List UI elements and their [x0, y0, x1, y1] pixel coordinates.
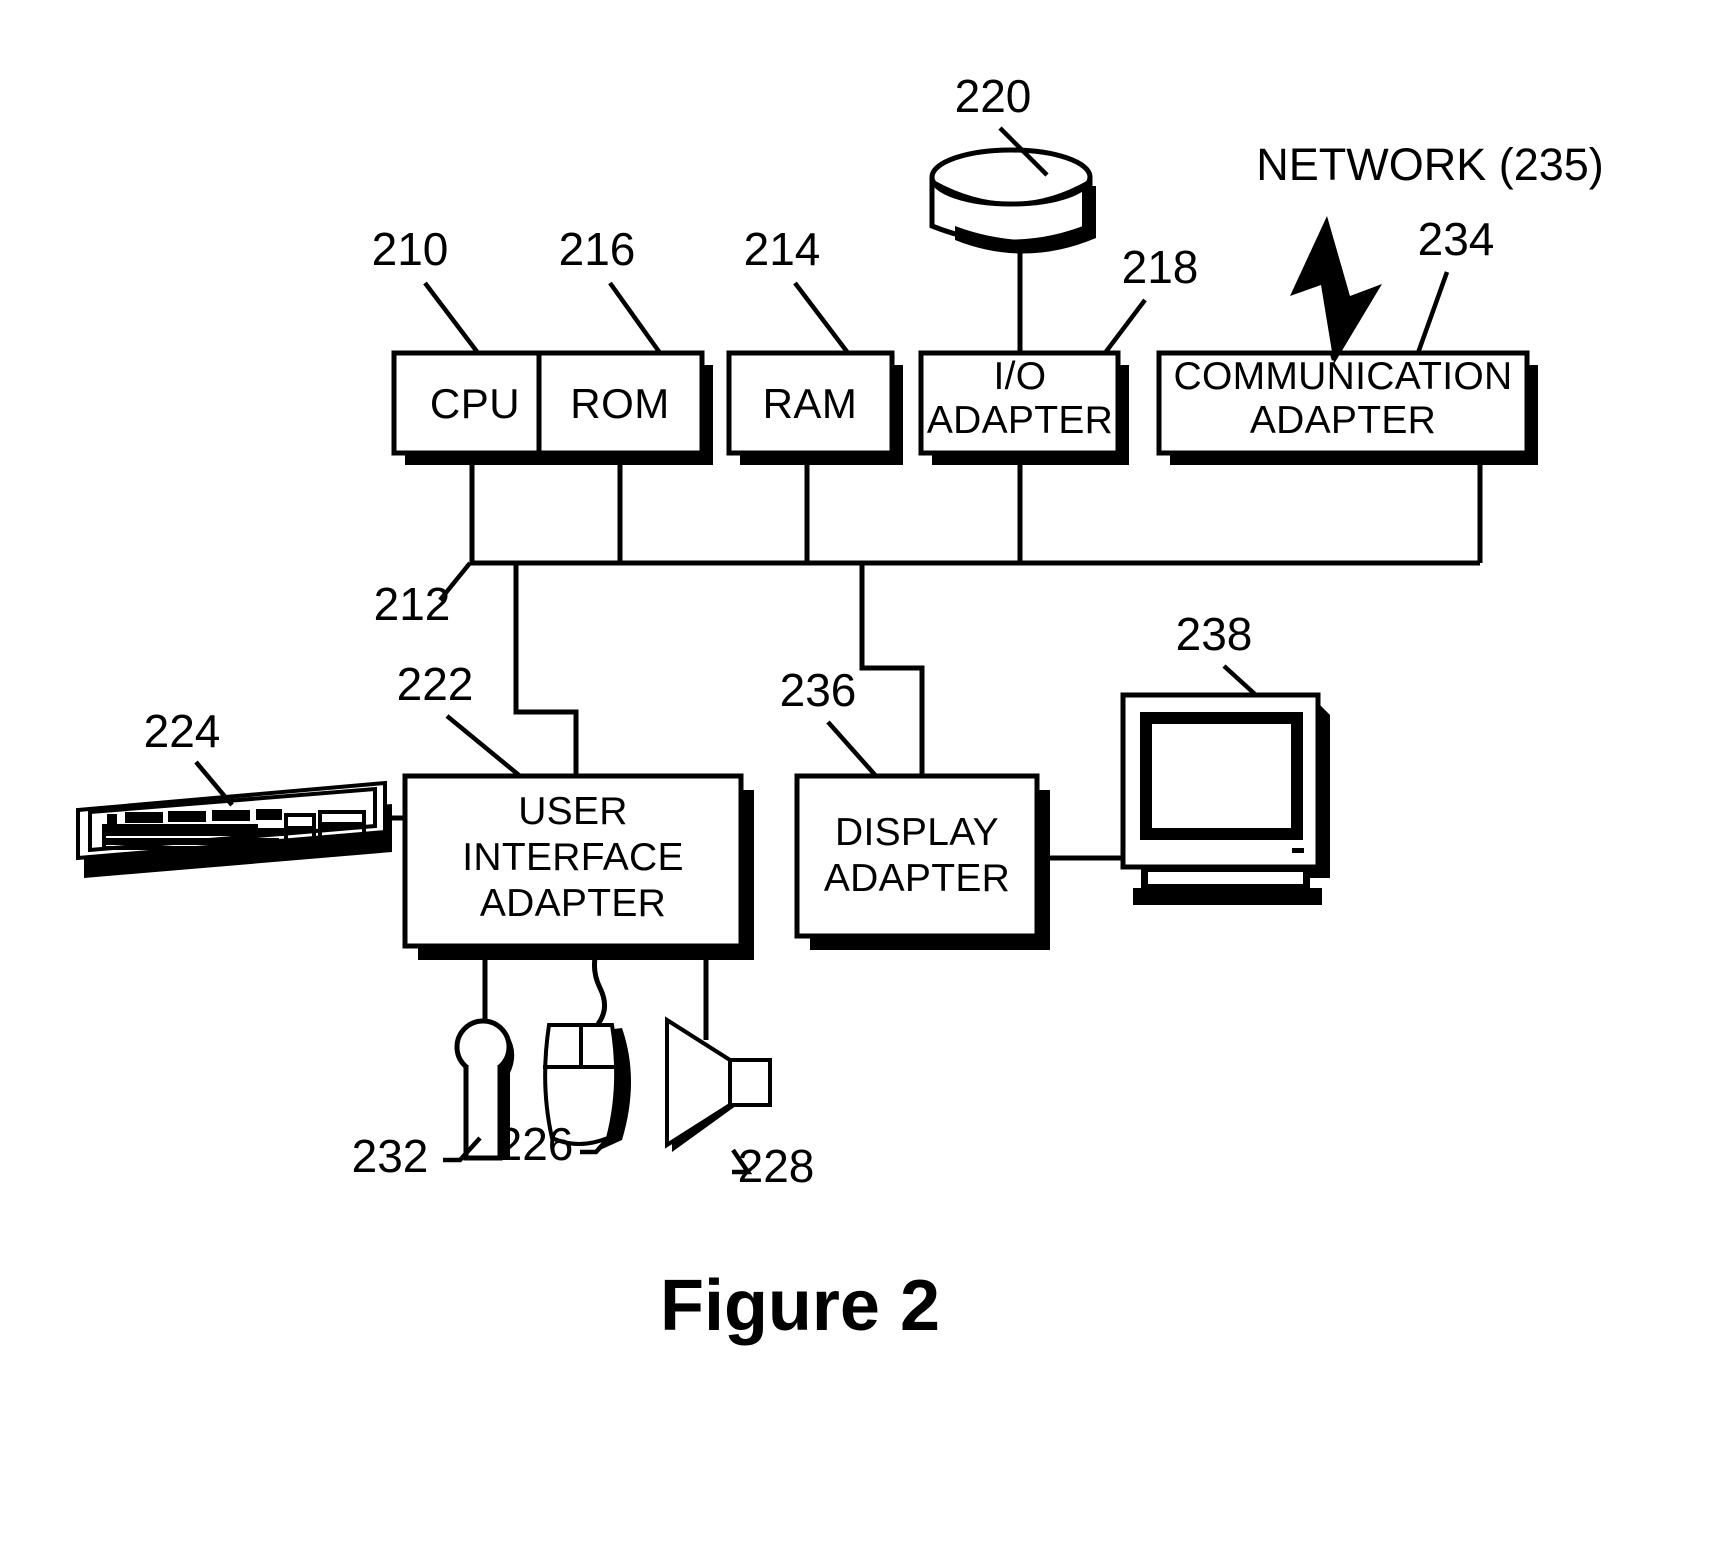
numpad-key-row	[288, 826, 312, 832]
monitor-base	[1133, 888, 1322, 905]
display-monitor[interactable]	[1120, 692, 1330, 905]
ref-218-text: 218	[1122, 241, 1199, 293]
cpu-label: CPU	[430, 380, 520, 427]
speaker[interactable]	[665, 946, 772, 1152]
ref-234: 234	[1415, 213, 1495, 354]
display-label-line1: DISPLAY	[835, 811, 999, 854]
ref-238-text: 238	[1176, 608, 1253, 660]
ref-212: 212	[374, 578, 451, 630]
figure-caption: Figure 2	[660, 1266, 940, 1346]
block-user-interface-adapter[interactable]: USER INTERFACE ADAPTER	[402, 563, 754, 960]
ref-216-leader	[608, 281, 662, 355]
monitor-indicator	[1292, 848, 1304, 853]
lightning-bolt	[1290, 216, 1382, 364]
ui-label-line1: USER	[518, 790, 628, 833]
ref-220-text: 220	[955, 70, 1032, 122]
patent-figure-2: CPU ROM RAM I/O ADAPTER COMMUNICATION AD…	[0, 0, 1731, 1559]
display-box-fill	[797, 776, 1037, 936]
ref-232-text: 232	[352, 1130, 429, 1182]
ref-232: 232	[352, 1130, 482, 1182]
ref-216: 216	[559, 223, 662, 355]
ref-214-leader	[793, 281, 850, 355]
ui-bus-connector	[513, 563, 579, 776]
block-rom[interactable]: ROM	[536, 350, 713, 563]
ref-210: 210	[372, 223, 480, 355]
monitor-neck-inner	[1148, 872, 1303, 884]
block-ram[interactable]: RAM	[726, 350, 903, 563]
rom-label: ROM	[570, 380, 670, 427]
ref-224-text: 224	[144, 705, 221, 757]
block-communication-adapter[interactable]: COMMUNICATION ADAPTER	[1156, 350, 1538, 563]
block-io-adapter[interactable]: I/O ADAPTER	[918, 240, 1129, 563]
ref-218-leader	[1103, 298, 1147, 355]
ref-218: 218	[1103, 241, 1199, 355]
ref-222-text: 222	[397, 658, 474, 710]
ref-234-text: 234	[1418, 213, 1495, 265]
ram-label: RAM	[763, 380, 858, 427]
numpad-key-row	[322, 822, 362, 829]
ref-226-text: 226	[497, 1118, 574, 1170]
key-group	[256, 809, 282, 820]
block-display-adapter[interactable]: DISPLAY ADAPTER	[794, 563, 1123, 950]
ui-label-line2: INTERFACE	[462, 836, 684, 879]
ref-210-text: 210	[372, 223, 449, 275]
mic-body-fill	[466, 1066, 500, 1158]
ref-228: 228	[731, 1140, 815, 1192]
disk-storage[interactable]	[929, 147, 1096, 254]
comm-label-line2: ADAPTER	[1250, 399, 1436, 442]
ref-214-text: 214	[744, 223, 821, 275]
ref-238: 238	[1176, 608, 1259, 698]
ref-236-leader	[826, 720, 878, 778]
bolt-tip	[1329, 352, 1337, 361]
display-label-line2: ADAPTER	[824, 857, 1010, 900]
ref-222: 222	[397, 658, 522, 778]
diagram-canvas: CPU ROM RAM I/O ADAPTER COMMUNICATION AD…	[76, 70, 1604, 1346]
key-group	[125, 812, 163, 823]
ref-212-text: 212	[374, 578, 451, 630]
ref-234-leader	[1415, 271, 1450, 354]
key	[107, 814, 117, 825]
ref-214: 214	[744, 223, 850, 355]
ref-238-leader	[1222, 664, 1259, 698]
key-group	[168, 811, 206, 822]
io-label-line2: ADAPTER	[927, 399, 1113, 442]
ref-228-text: 228	[738, 1140, 815, 1192]
monitor-screen	[1152, 724, 1291, 828]
ref-210-leader	[423, 281, 480, 355]
ref-236-text: 236	[780, 664, 857, 716]
ui-label-line3: ADAPTER	[480, 882, 666, 925]
comm-label-line1: COMMUNICATION	[1174, 355, 1513, 398]
ref-222-leader	[445, 714, 522, 778]
speaker-box-fill	[730, 1060, 770, 1105]
ref-224: 224	[144, 705, 234, 807]
display-bus-connector	[859, 563, 925, 776]
network-lightning-icon	[1290, 216, 1382, 364]
system-bus	[438, 560, 1480, 602]
network-label: NETWORK (235)	[1256, 139, 1604, 190]
keyboard[interactable]	[76, 780, 405, 878]
ref-236: 236	[780, 664, 878, 778]
key-group	[212, 810, 250, 821]
ref-216-text: 216	[559, 223, 636, 275]
io-label-line1: I/O	[994, 355, 1047, 398]
